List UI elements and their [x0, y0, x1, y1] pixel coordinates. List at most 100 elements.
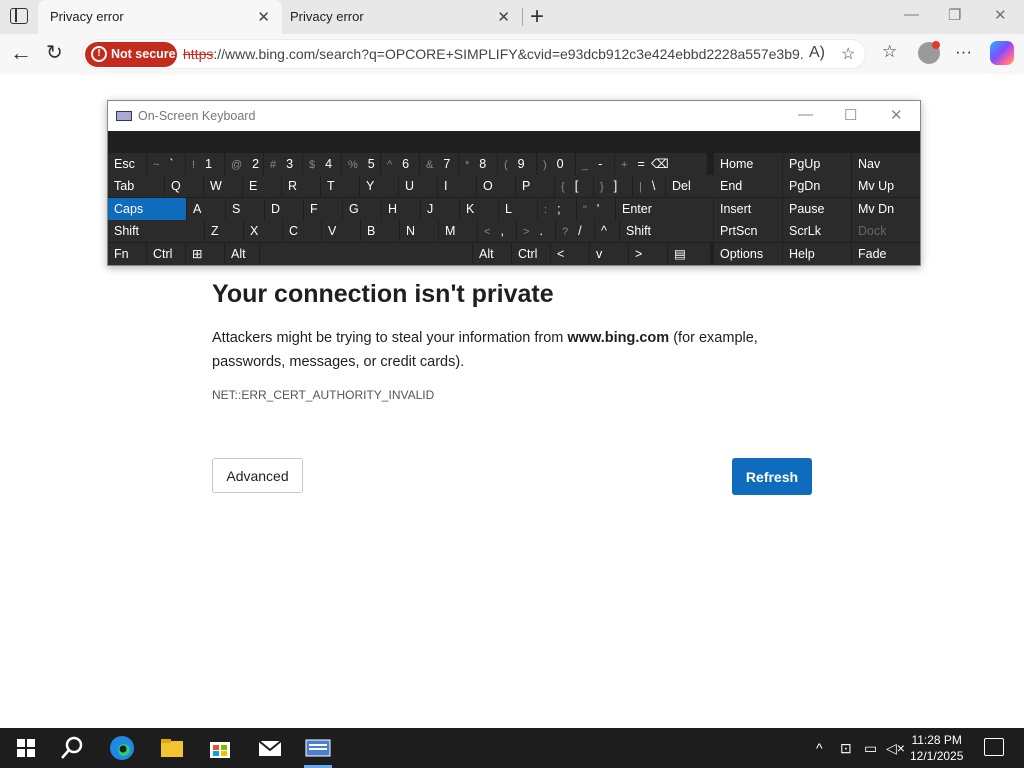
- mail-icon[interactable]: [256, 734, 284, 762]
- osk-key-c[interactable]: C: [283, 220, 321, 243]
- osk-key-shift[interactable]: Shift: [108, 220, 204, 243]
- osk-key-fn[interactable]: Fn: [108, 242, 146, 265]
- osk-key-l[interactable]: L: [499, 197, 537, 220]
- osk-key-alt[interactable]: Alt: [473, 242, 511, 265]
- osk-key-v[interactable]: V: [322, 220, 360, 243]
- osk-key-y[interactable]: Y: [360, 175, 398, 198]
- osk-key-symbol[interactable]: <: [551, 242, 589, 265]
- more-options-icon[interactable]: ···: [955, 42, 972, 62]
- tab-actions-icon[interactable]: [10, 8, 28, 24]
- network-icon[interactable]: ▭: [864, 740, 877, 757]
- osk-key-prtscn[interactable]: PrtScn: [714, 220, 782, 243]
- osk-key-x[interactable]: X: [244, 220, 282, 243]
- store-icon[interactable]: [206, 734, 234, 762]
- osk-maximize-icon[interactable]: ☐: [844, 106, 857, 124]
- osk-key-symbol[interactable]: " ': [577, 197, 615, 220]
- tab-privacy-error-2[interactable]: Privacy error ✕: [278, 0, 522, 34]
- osk-key-symbol[interactable]: ▤: [668, 242, 710, 265]
- osk-key-0[interactable]: ) 0: [537, 153, 575, 175]
- address-bar[interactable]: ! Not secure https://www.bing.com/search…: [82, 39, 866, 69]
- osk-key-t[interactable]: T: [321, 175, 359, 198]
- osk-key-symbol[interactable]: ^: [595, 220, 619, 243]
- osk-key-w[interactable]: W: [204, 175, 242, 198]
- osk-key-ctrl[interactable]: Ctrl: [147, 242, 185, 265]
- osk-key-u[interactable]: U: [399, 175, 437, 198]
- osk-key-symbol[interactable]: ⌫: [645, 153, 707, 175]
- osk-key-scrlk[interactable]: ScrLk: [783, 220, 851, 243]
- osk-key-del[interactable]: Del: [666, 175, 714, 198]
- osk-key-esc[interactable]: Esc: [108, 153, 146, 175]
- favorite-star-icon[interactable]: ☆: [841, 44, 855, 64]
- osk-key-mvup[interactable]: Mv Up: [852, 175, 920, 198]
- volume-muted-icon[interactable]: ◁×: [886, 740, 905, 757]
- osk-key-pgdn[interactable]: PgDn: [783, 175, 851, 198]
- osk-key-tab[interactable]: Tab: [108, 175, 164, 198]
- osk-key-symbol[interactable]: >.: [517, 220, 555, 243]
- osk-key-home[interactable]: Home: [714, 153, 782, 175]
- minimize-icon[interactable]: —: [904, 6, 919, 23]
- advanced-button[interactable]: Advanced: [212, 458, 303, 493]
- osk-key-m[interactable]: M: [439, 220, 477, 243]
- restore-icon[interactable]: ❐: [948, 6, 961, 24]
- search-icon[interactable]: [58, 734, 86, 762]
- osk-key-insert[interactable]: Insert: [714, 197, 782, 220]
- edge-browser-icon[interactable]: [108, 734, 136, 762]
- osk-key-symbol[interactable]: [260, 242, 472, 265]
- not-secure-badge[interactable]: ! Not secure: [85, 42, 177, 67]
- osk-key-b[interactable]: B: [361, 220, 399, 243]
- osk-key-options[interactable]: Options: [714, 242, 782, 265]
- osk-key-i[interactable]: I: [438, 175, 476, 198]
- osk-key-2[interactable]: @2: [225, 153, 263, 175]
- on-screen-keyboard-window[interactable]: On-Screen Keyboard — ☐ ✕ Esc ~ `! 1 @2 #3 $4% 5…: [107, 100, 921, 266]
- osk-key-shift[interactable]: Shift: [620, 220, 713, 243]
- file-explorer-icon[interactable]: [158, 734, 186, 762]
- osk-key-a[interactable]: A: [187, 197, 225, 220]
- meet-now-icon[interactable]: ⊡: [840, 740, 852, 757]
- url-text[interactable]: https://www.bing.com/search?q=OPCORE+SIM…: [183, 46, 803, 62]
- osk-key-6[interactable]: ^ 6: [381, 153, 419, 175]
- osk-key-symbol[interactable]: >: [629, 242, 667, 265]
- osk-key-fade[interactable]: Fade: [852, 242, 920, 265]
- osk-key-3[interactable]: #3: [264, 153, 302, 175]
- osk-key-g[interactable]: G: [343, 197, 381, 220]
- windows-start-icon[interactable]: [12, 734, 40, 762]
- osk-key-5[interactable]: % 5: [342, 153, 380, 175]
- osk-key-4[interactable]: $4: [303, 153, 341, 175]
- show-hidden-icons-icon[interactable]: ^: [816, 740, 823, 756]
- osk-key-1[interactable]: ! 1: [186, 153, 224, 175]
- osk-key-symbol[interactable]: :;: [538, 197, 576, 220]
- osk-key-d[interactable]: D: [265, 197, 303, 220]
- notification-center-icon[interactable]: [984, 738, 1004, 756]
- osk-key-k[interactable]: K: [460, 197, 498, 220]
- favorites-icon[interactable]: ☆: [882, 42, 897, 62]
- osk-key-help[interactable]: Help: [783, 242, 851, 265]
- osk-key-pause[interactable]: Pause: [783, 197, 851, 220]
- osk-key-9[interactable]: (9: [498, 153, 536, 175]
- osk-key-symbol[interactable]: _ -: [576, 153, 614, 175]
- osk-key-symbol[interactable]: ? /: [556, 220, 594, 243]
- osk-minimize-icon[interactable]: —: [798, 106, 813, 123]
- on-screen-keyboard-taskbar-icon[interactable]: [304, 734, 332, 762]
- osk-key-s[interactable]: S: [226, 197, 264, 220]
- refresh-icon[interactable]: ↻: [46, 40, 63, 65]
- osk-key-7[interactable]: & 7: [420, 153, 458, 175]
- new-tab-icon[interactable]: +: [530, 3, 544, 31]
- osk-key-n[interactable]: N: [400, 220, 438, 243]
- osk-key-p[interactable]: P: [516, 175, 554, 198]
- system-clock[interactable]: 11:28 PM 12/1/2025: [910, 732, 963, 764]
- osk-key-f[interactable]: F: [304, 197, 342, 220]
- osk-key-dock[interactable]: Dock: [852, 220, 920, 243]
- close-tab-icon[interactable]: ✕: [257, 8, 270, 26]
- osk-key-e[interactable]: E: [243, 175, 281, 198]
- osk-key-q[interactable]: Q: [165, 175, 203, 198]
- osk-key-alt[interactable]: Alt: [225, 242, 259, 265]
- tab-privacy-error-1[interactable]: Privacy error ✕: [38, 0, 282, 34]
- copilot-icon[interactable]: [990, 41, 1014, 65]
- osk-key-j[interactable]: J: [421, 197, 459, 220]
- osk-key-symbol[interactable]: <,: [478, 220, 516, 243]
- refresh-button[interactable]: Refresh: [732, 458, 812, 495]
- osk-key-symbol[interactable]: }]: [594, 175, 632, 198]
- osk-key-mvdn[interactable]: Mv Dn: [852, 197, 920, 220]
- osk-close-icon[interactable]: ✕: [890, 106, 903, 124]
- osk-key-pgup[interactable]: PgUp: [783, 153, 851, 175]
